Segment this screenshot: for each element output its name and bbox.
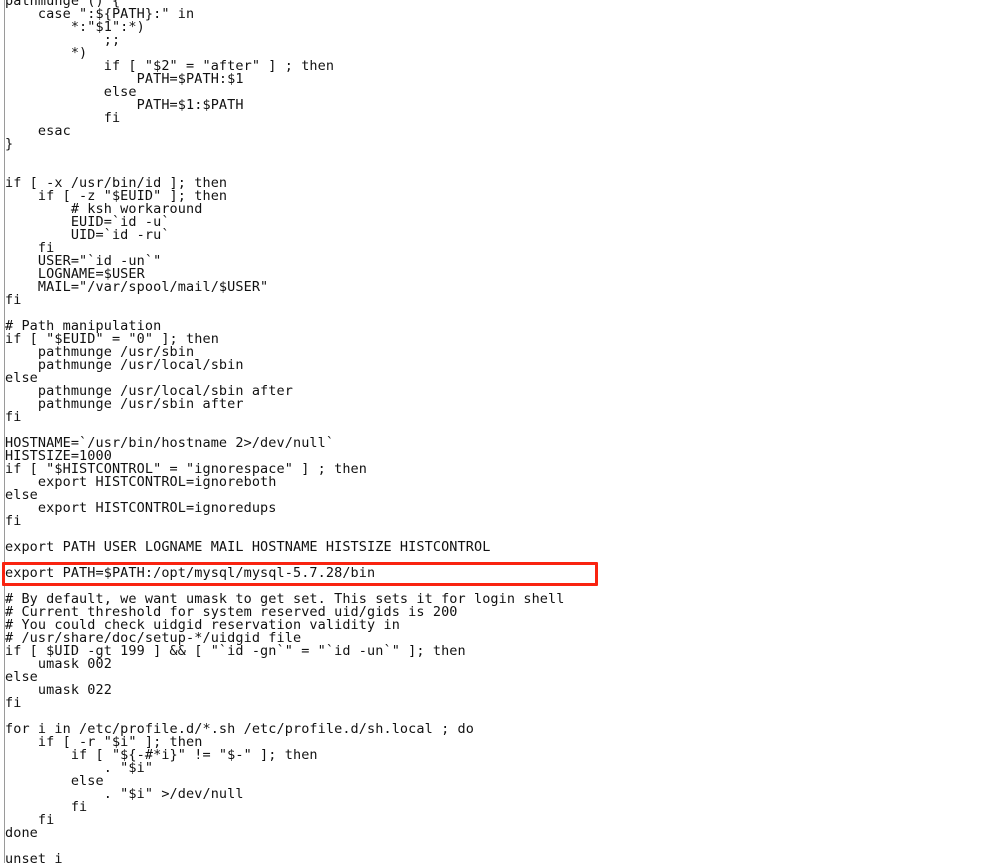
code-line: pathmunge /usr/sbin after [5, 396, 244, 412]
code-viewport[interactable]: pathmunge () { case ":${PATH}:" in *:"$1… [0, 0, 986, 863]
code-line: export PATH USER LOGNAME MAIL HOSTNAME H… [5, 539, 491, 555]
code-line: } [5, 136, 14, 152]
code-line: umask 022 [5, 682, 112, 698]
code-line: fi [5, 513, 22, 529]
code-line: ;; [5, 32, 121, 48]
code-line: fi [5, 799, 88, 815]
code-line: done [5, 825, 38, 841]
code-line: MAIL="/var/spool/mail/$USER" [5, 279, 269, 295]
code-line: fi [5, 695, 22, 711]
code-line: unset i [5, 851, 63, 863]
code-line: esac [5, 123, 71, 139]
code-line: export HISTCONTROL=ignoreboth [5, 474, 277, 490]
code-line: fi [5, 292, 22, 308]
code-line: export PATH=$PATH:/opt/mysql/mysql-5.7.2… [5, 565, 376, 581]
code-line: umask 002 [5, 656, 112, 672]
code-line: export HISTCONTROL=ignoredups [5, 500, 277, 516]
shell-script-viewer: pathmunge () { case ":${PATH}:" in *:"$1… [0, 0, 986, 863]
code-line: fi [5, 812, 55, 828]
code-text-block[interactable]: pathmunge () { case ":${PATH}:" in *:"$1… [5, 0, 564, 863]
code-line: pathmunge /usr/local/sbin [5, 357, 244, 373]
code-line: . "$i" >/dev/null [5, 786, 244, 802]
code-line: fi [5, 110, 121, 126]
code-line: UID=`id -ru` [5, 227, 170, 243]
code-line: fi [5, 409, 22, 425]
